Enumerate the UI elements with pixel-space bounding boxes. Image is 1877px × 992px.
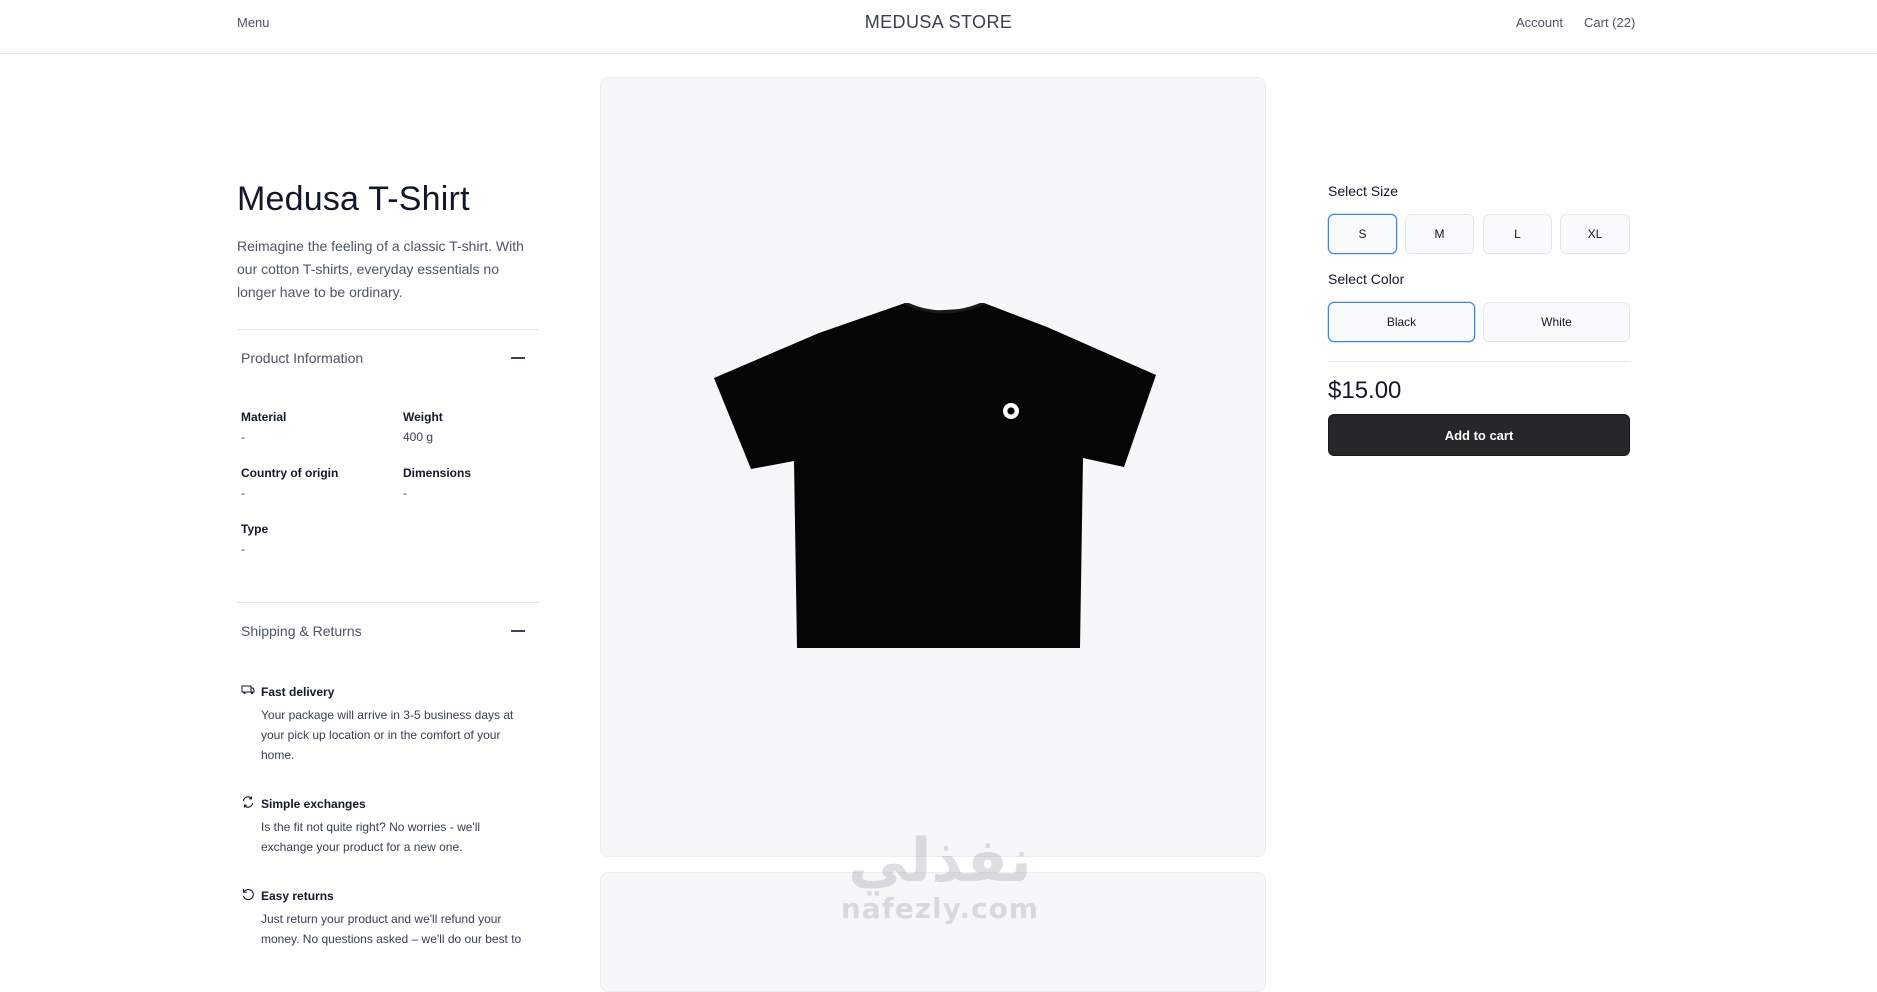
size-option-m[interactable]: M xyxy=(1405,214,1474,254)
product-title: Medusa T-Shirt xyxy=(237,180,470,218)
size-option-l[interactable]: L xyxy=(1483,214,1552,254)
info-label: Dimensions xyxy=(403,466,472,480)
info-value: - xyxy=(241,486,245,500)
product-summary: Medusa T-Shirt Reimagine the feeling of … xyxy=(237,180,539,304)
product-image-card-secondary[interactable] xyxy=(600,872,1266,992)
minus-icon xyxy=(511,630,525,632)
info-value: 400 g xyxy=(403,430,434,444)
account-link[interactable]: Account xyxy=(1516,15,1563,30)
color-label: Select Color xyxy=(1328,271,1405,287)
fast-delivery-icon xyxy=(241,685,255,695)
product-description: Reimagine the feeling of a classic T-shi… xyxy=(237,238,524,300)
product-price: $15.00 xyxy=(1328,377,1402,404)
cart-link[interactable]: Cart (22) xyxy=(1584,15,1635,30)
info-label: Type xyxy=(241,522,269,536)
return-icon xyxy=(242,889,254,901)
info-label: Weight xyxy=(403,410,443,424)
shipping-returns-toggle[interactable]: Shipping & Returns xyxy=(237,603,539,659)
size-option-xl[interactable]: XL xyxy=(1560,214,1630,254)
info-value: - xyxy=(403,486,407,500)
info-label: Material xyxy=(241,410,287,424)
product-information-toggle[interactable]: Product Information xyxy=(237,330,539,386)
color-option-white[interactable]: White xyxy=(1483,302,1630,342)
color-option-black[interactable]: Black xyxy=(1328,302,1475,342)
add-to-cart-button[interactable]: Add to cart xyxy=(1328,414,1630,456)
menu-button[interactable]: Menu xyxy=(237,15,270,30)
accordion-title: Product Information xyxy=(241,350,364,366)
refresh-icon xyxy=(242,796,254,808)
info-value: - xyxy=(241,430,245,444)
size-option-s[interactable]: S xyxy=(1328,214,1397,254)
divider xyxy=(1328,361,1630,362)
product-information-accordion: Product Information Material - Weight 40… xyxy=(237,329,539,556)
shipping-item-title: Easy returns xyxy=(261,889,334,903)
shipping-item-title: Simple exchanges xyxy=(261,797,366,811)
tshirt-image xyxy=(714,303,1156,648)
shipping-item-title: Fast delivery xyxy=(261,685,335,699)
info-material: Material - xyxy=(241,410,391,444)
info-country: Country of origin - xyxy=(241,466,391,500)
store-logo[interactable]: MEDUSA STORE xyxy=(865,12,1013,32)
shipping-item-text: Just return your product and we'll refun… xyxy=(261,912,522,946)
info-weight: Weight 400 g xyxy=(403,410,553,444)
shipping-item-text: Is the fit not quite right? No worries -… xyxy=(261,820,481,854)
top-nav: Menu MEDUSA STORE Account Cart (22) xyxy=(0,0,1877,54)
info-value: - xyxy=(241,542,245,556)
info-type: Type - xyxy=(241,522,391,556)
accordion-title: Shipping & Returns xyxy=(241,623,362,639)
minus-icon xyxy=(511,357,525,359)
info-label: Country of origin xyxy=(241,466,339,480)
info-dimensions: Dimensions - xyxy=(403,466,553,500)
shipping-item-text: Your package will arrive in 3-5 business… xyxy=(261,708,514,762)
product-image-card[interactable] xyxy=(600,77,1266,857)
size-label: Select Size xyxy=(1328,183,1399,199)
shipping-returns-accordion: Shipping & Returns Fast delivery Your pa… xyxy=(237,602,539,946)
